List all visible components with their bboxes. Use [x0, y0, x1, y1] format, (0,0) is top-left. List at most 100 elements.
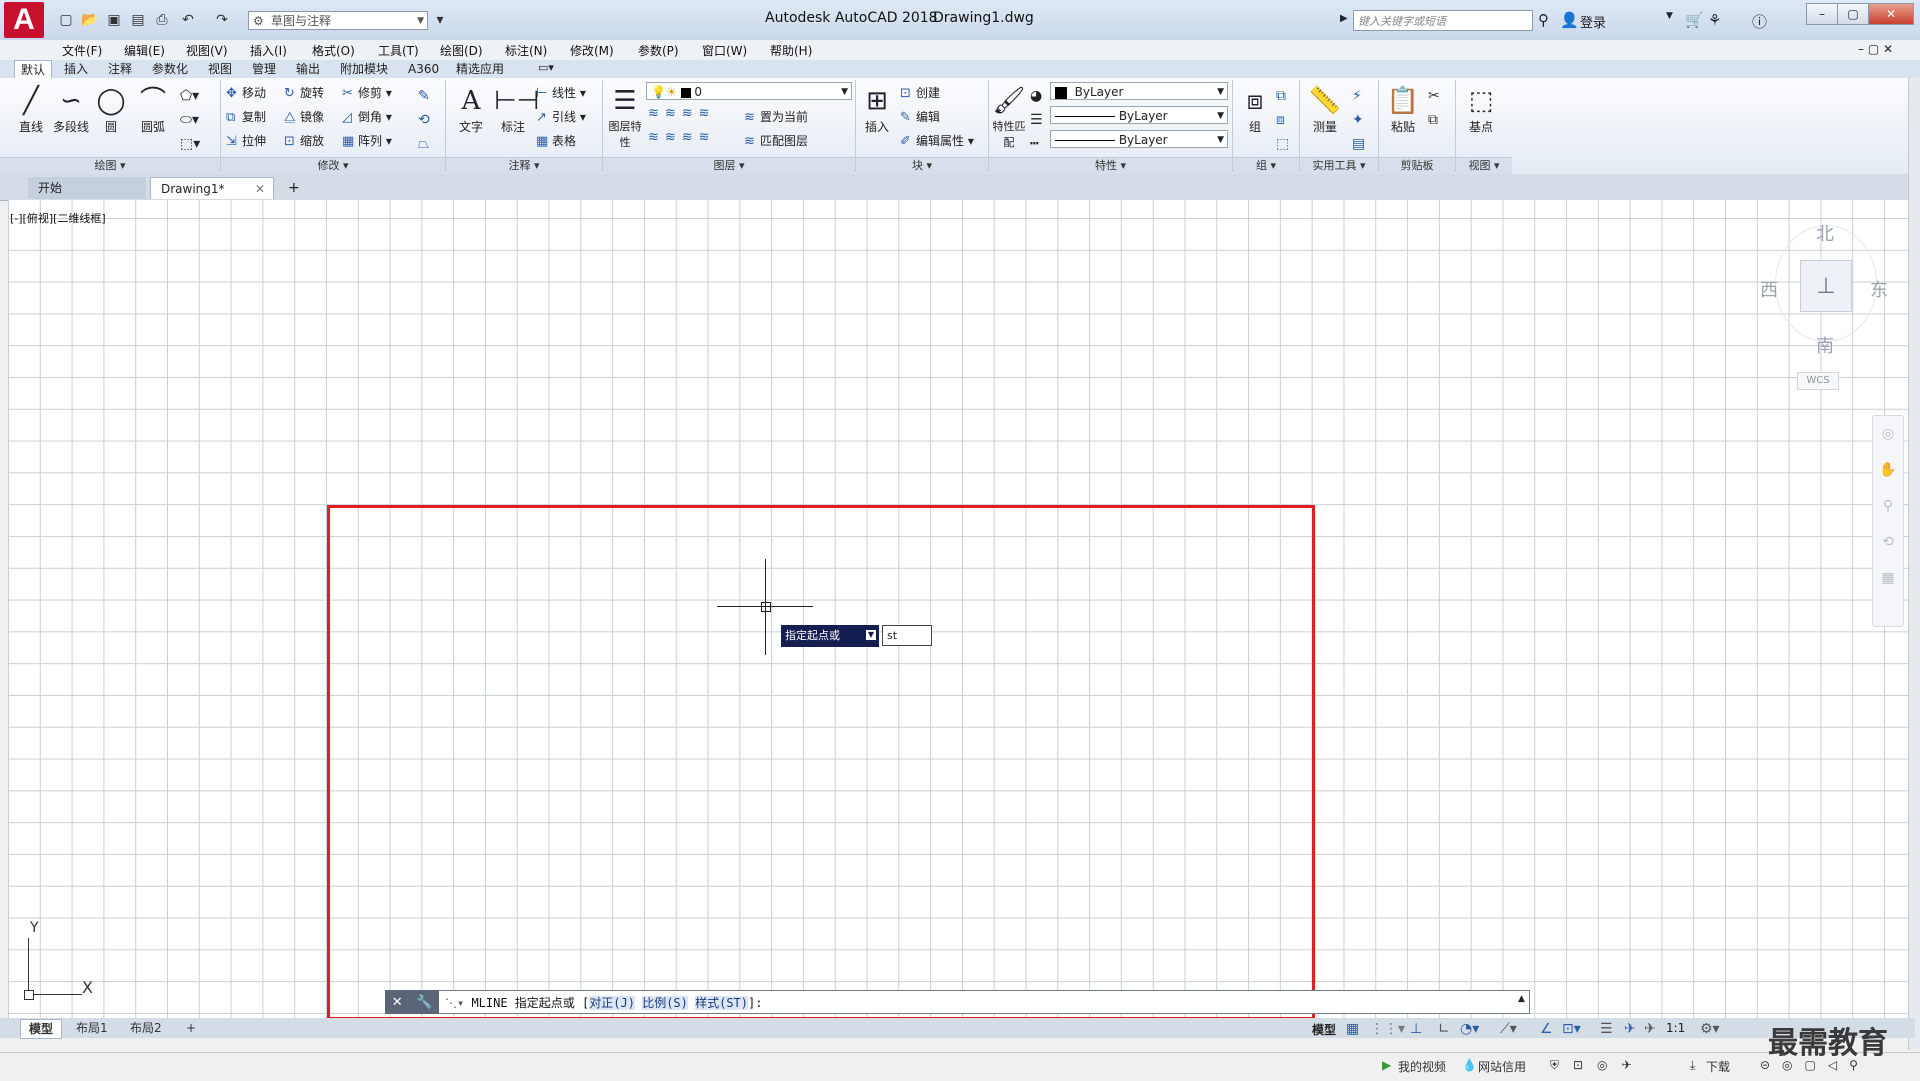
- polyline-button[interactable]: ∽ 多段线: [52, 84, 90, 135]
- close-icon[interactable]: ✕: [255, 178, 265, 200]
- annotation-scale[interactable]: 1:1: [1666, 1021, 1685, 1035]
- tab-addins[interactable]: 附加模块: [334, 60, 394, 78]
- save-as-icon[interactable]: ▤: [128, 10, 148, 30]
- group-tool-icons[interactable]: ⧉ ⧈ ⬚: [1276, 84, 1289, 156]
- layer-tool-icons[interactable]: ≋≋≋≋: [648, 106, 716, 121]
- table-button[interactable]: ▦ 表格: [536, 132, 576, 149]
- create-block-button[interactable]: ⊡ 创建: [900, 84, 940, 101]
- option-style[interactable]: 样式(ST): [695, 996, 749, 1010]
- chevron-down-icon[interactable]: ▼: [1666, 11, 1673, 21]
- draw-extra-icons[interactable]: ⬠▾ ⬭▾ ⬚▾: [180, 84, 200, 156]
- linear-button[interactable]: ⊢ 线性 ▾: [536, 84, 586, 101]
- minimize-button[interactable]: –: [1806, 3, 1838, 25]
- copy-button[interactable]: ⧉ 复制: [226, 108, 266, 125]
- properties-icons[interactable]: ◕ ☰ ┅: [1030, 84, 1043, 156]
- menu-view[interactable]: 视图(V): [186, 42, 228, 59]
- nav-tool-icons[interactable]: ◎ ✋ ⚲ ⟲ ▦: [1873, 416, 1903, 596]
- mirror-button[interactable]: ⧋ 镜像: [284, 108, 324, 125]
- layer-properties-button[interactable]: ☰ 图层特性: [606, 84, 644, 150]
- credit-link[interactable]: 网站信用: [1478, 1058, 1526, 1075]
- close-icon[interactable]: ✕: [392, 995, 403, 1010]
- ortho-icon[interactable]: ∟: [1438, 1021, 1450, 1037]
- block-panel-label[interactable]: 块 ▾: [856, 157, 988, 174]
- tab-manage[interactable]: 管理: [246, 60, 282, 78]
- menu-parametric[interactable]: 参数(P): [638, 42, 679, 59]
- close-button[interactable]: ✕: [1868, 3, 1914, 25]
- line-button[interactable]: ╱ 直线: [12, 84, 50, 135]
- edit-block-button[interactable]: ✎ 编辑: [900, 108, 940, 125]
- cart-icon[interactable]: 🛒: [1685, 11, 1704, 29]
- tab-view[interactable]: 视图: [202, 60, 238, 78]
- tab-insert[interactable]: 插入: [58, 60, 94, 78]
- login-link[interactable]: 登录: [1580, 12, 1606, 31]
- clipboard-tool-icons[interactable]: ✂ ⧉: [1428, 84, 1440, 132]
- isodraft-icon[interactable]: ⟋▾: [1500, 1021, 1517, 1037]
- workspace-dropdown[interactable]: ⚙ 草图与注释 ▼: [248, 11, 428, 30]
- tab-default[interactable]: 默认: [14, 60, 53, 79]
- add-layout-button[interactable]: +: [178, 1019, 204, 1037]
- navigation-bar[interactable]: ◎ ✋ ⚲ ⟲ ▦: [1872, 415, 1904, 627]
- lineweight-icon[interactable]: ☰: [1600, 1021, 1613, 1037]
- maximize-button[interactable]: ▢: [1837, 3, 1869, 25]
- viewcube-north[interactable]: 北: [1816, 220, 1834, 246]
- trim-button[interactable]: ✂ 修剪 ▾: [342, 84, 392, 101]
- annotation-visibility-icon[interactable]: ✈: [1624, 1021, 1636, 1037]
- viewcube-south[interactable]: 南: [1816, 332, 1834, 358]
- insert-block-button[interactable]: ⊞ 插入: [858, 84, 896, 135]
- viewcube-top-face[interactable]: ⊥: [1800, 260, 1852, 312]
- tab-annotate[interactable]: 注释: [102, 60, 138, 78]
- search-input[interactable]: 键入关键字或短语: [1353, 10, 1533, 31]
- move-button[interactable]: ✥ 移动: [226, 84, 266, 101]
- print-icon[interactable]: ⎙: [152, 10, 172, 30]
- a360-icon[interactable]: ⚘: [1708, 11, 1721, 29]
- user-icon[interactable]: 👤: [1560, 11, 1579, 29]
- menu-modify[interactable]: 修改(M): [570, 42, 614, 59]
- group-button[interactable]: ⧈ 组: [1236, 84, 1274, 135]
- tab-parametric[interactable]: 参数化: [146, 60, 194, 78]
- viewcube-east[interactable]: 东: [1870, 276, 1888, 302]
- gear-icon[interactable]: ⚙▾: [1700, 1021, 1720, 1037]
- expand-search-icon[interactable]: ▶: [1340, 13, 1348, 24]
- new-file-icon[interactable]: ▢: [56, 10, 76, 30]
- menu-draw[interactable]: 绘图(D): [440, 42, 483, 59]
- menu-edit[interactable]: 编辑(E): [124, 42, 165, 59]
- tab-a360[interactable]: A360: [402, 60, 445, 78]
- leader-button[interactable]: ↗ 引线 ▾: [536, 108, 586, 125]
- clipboard-panel-label[interactable]: 剪贴板: [1379, 157, 1455, 174]
- properties-panel-label[interactable]: 特性 ▾: [989, 157, 1232, 174]
- otrack-icon[interactable]: ⊡▾: [1562, 1021, 1581, 1037]
- wrench-icon[interactable]: 🔧: [416, 995, 432, 1010]
- redo-icon[interactable]: ↷: [212, 10, 232, 30]
- command-history-icon[interactable]: ▲: [1518, 994, 1525, 1004]
- menu-insert[interactable]: 插入(I): [250, 42, 287, 59]
- tray-icons[interactable]: ⛨⊡◎✈: [1550, 1058, 1646, 1073]
- scale-button[interactable]: ⊡ 缩放: [284, 132, 324, 149]
- layers-panel-label[interactable]: 图层 ▾: [603, 157, 855, 174]
- option-justify[interactable]: 对正(J): [589, 996, 635, 1010]
- viewport-controls[interactable]: [-][俯视][二维线框]: [10, 210, 106, 226]
- help-icon[interactable]: ⓘ: [1752, 11, 1767, 32]
- annotation-scale-icon[interactable]: ✈: [1644, 1021, 1656, 1037]
- rotate-button[interactable]: ↻ 旋转: [284, 84, 324, 101]
- grid-icon[interactable]: ▦: [1346, 1021, 1359, 1037]
- ribbon-minimize-icon[interactable]: ▭▾: [538, 61, 554, 74]
- undo-icon[interactable]: ↶: [178, 10, 198, 30]
- command-prompt[interactable]: ⋱▾ MLINE 指定起点或 [对正(J) 比例(S) 样式(ST)]:: [445, 994, 762, 1011]
- lineweight-dropdown[interactable]: ByLayer ▼: [1050, 130, 1228, 148]
- view-panel-label[interactable]: 视图 ▾: [1456, 157, 1512, 174]
- menu-format[interactable]: 格式(O): [312, 42, 355, 59]
- options-dropdown-icon[interactable]: ▼: [866, 630, 876, 640]
- match-properties-button[interactable]: 🖌 特性匹配: [990, 84, 1028, 150]
- menu-file[interactable]: 文件(F): [62, 42, 102, 59]
- application-menu-button[interactable]: A: [4, 2, 44, 38]
- arc-button[interactable]: ⌒ 圆弧: [134, 84, 172, 135]
- utilities-panel-label[interactable]: 实用工具 ▾: [1300, 157, 1378, 174]
- color-dropdown[interactable]: ByLayer ▼: [1050, 82, 1228, 100]
- dynamic-input-field[interactable]: st: [882, 625, 932, 646]
- tab-featured-apps[interactable]: 精选应用: [450, 60, 510, 78]
- tab-layout1[interactable]: 布局1: [68, 1019, 116, 1037]
- menu-dimension[interactable]: 标注(N): [505, 42, 547, 59]
- infer-icon[interactable]: ⊥: [1410, 1021, 1422, 1037]
- modify-panel-label[interactable]: 修改 ▾: [221, 157, 445, 174]
- tab-model[interactable]: 模型: [20, 1019, 63, 1039]
